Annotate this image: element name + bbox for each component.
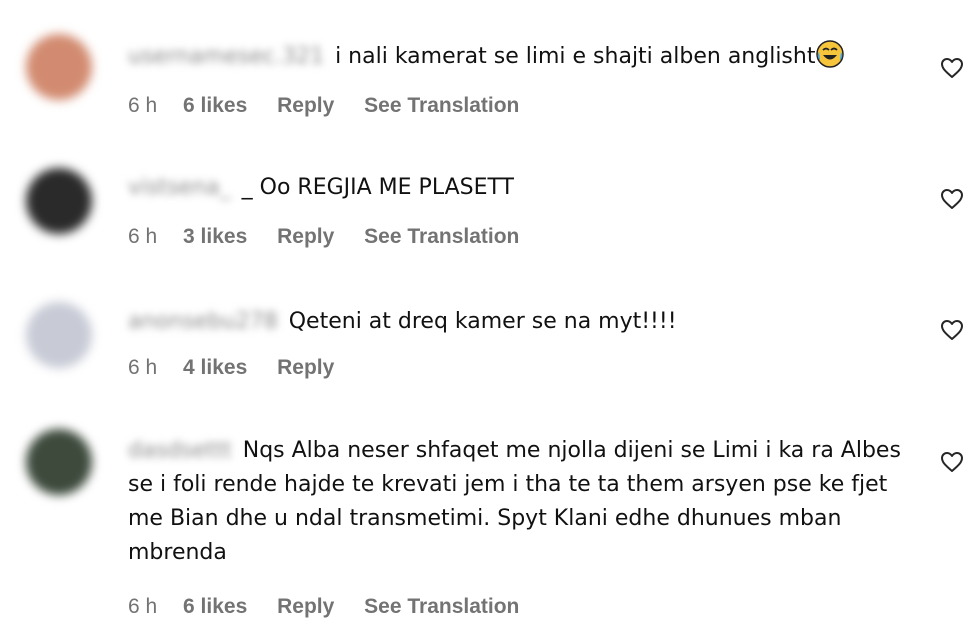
comment-content: dasdsettt Nqs Alba neser shfaqet me njol…: [128, 434, 918, 570]
avatar[interactable]: [26, 34, 92, 100]
username[interactable]: dasdsettt: [128, 434, 232, 468]
comment-meta: 6 h 6 likes Reply See Translation: [128, 91, 918, 121]
timestamp[interactable]: 6 h: [128, 353, 157, 383]
tears-of-joy-emoji: [816, 40, 845, 68]
like-heart-icon[interactable]: [940, 187, 964, 211]
reply-button[interactable]: Reply: [277, 353, 334, 383]
likes-count[interactable]: 4 likes: [183, 353, 247, 383]
likes-count[interactable]: 3 likes: [183, 222, 247, 252]
comment-meta: 6 h 4 likes Reply: [128, 353, 918, 383]
comment-content: anonsebu278 Qeteni at dreq kamer se na m…: [128, 305, 918, 339]
reply-button[interactable]: Reply: [277, 592, 334, 622]
avatar[interactable]: [26, 302, 92, 368]
comment-text: _ Oo REGJIA ME PLASETT: [241, 175, 514, 200]
comment-content: vistsena_ _ Oo REGJIA ME PLASETT: [128, 171, 918, 205]
see-translation-button[interactable]: See Translation: [364, 91, 519, 121]
avatar[interactable]: [26, 168, 92, 234]
username[interactable]: anonsebu278: [128, 305, 278, 339]
timestamp[interactable]: 6 h: [128, 592, 157, 622]
reply-button[interactable]: Reply: [277, 91, 334, 121]
like-heart-icon[interactable]: [940, 56, 964, 80]
timestamp[interactable]: 6 h: [128, 222, 157, 252]
comment-meta: 6 h 6 likes Reply See Translation: [128, 592, 918, 622]
likes-count[interactable]: 6 likes: [183, 91, 247, 121]
comment-content: usernamesec.321 i nali kamerat se limi e…: [128, 39, 918, 74]
see-translation-button[interactable]: See Translation: [364, 222, 519, 252]
avatar[interactable]: [26, 429, 92, 495]
username[interactable]: vistsena_: [128, 171, 231, 205]
reply-button[interactable]: Reply: [277, 222, 334, 252]
comment-meta: 6 h 3 likes Reply See Translation: [128, 222, 918, 252]
comment-text: i nali kamerat se limi e shajti alben an…: [335, 44, 816, 69]
comment-text: Qeteni at dreq kamer se na myt!!!!: [288, 309, 677, 334]
like-heart-icon[interactable]: [940, 450, 964, 474]
like-heart-icon[interactable]: [940, 318, 964, 342]
comment-text: Nqs Alba neser shfaqet me njolla dijeni …: [128, 438, 901, 565]
timestamp[interactable]: 6 h: [128, 91, 157, 121]
likes-count[interactable]: 6 likes: [183, 592, 247, 622]
see-translation-button[interactable]: See Translation: [364, 592, 519, 622]
username[interactable]: usernamesec.321: [128, 40, 324, 74]
